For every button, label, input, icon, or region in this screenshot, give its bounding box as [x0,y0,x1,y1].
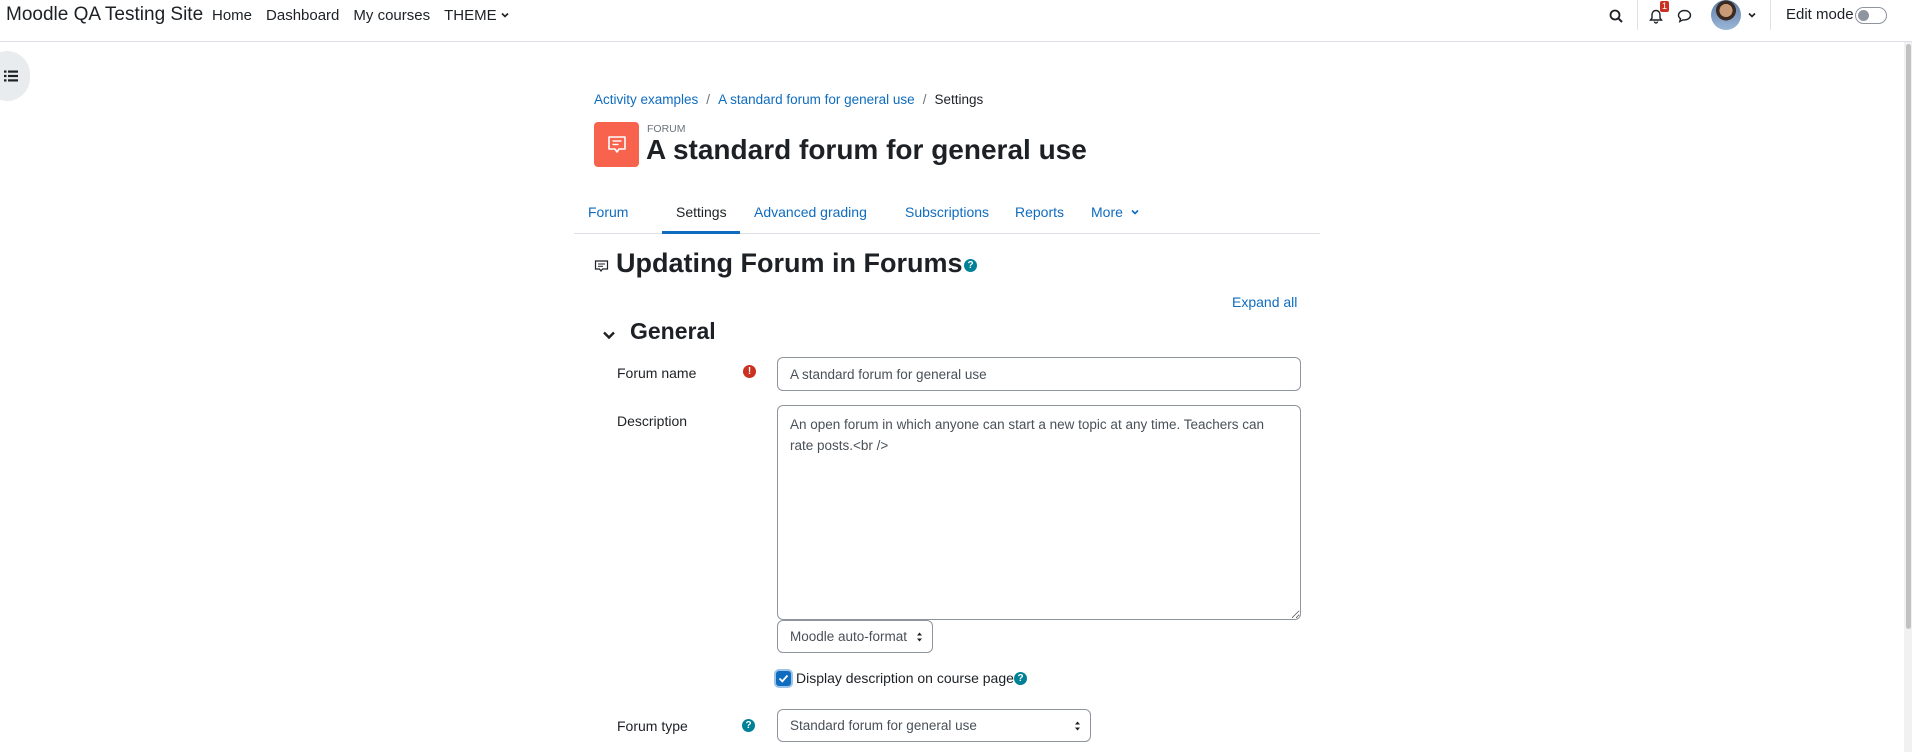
edit-mode-toggle[interactable] [1855,7,1887,24]
description-label: Description [617,413,688,429]
forum-type-label: Forum type [617,718,688,734]
nav-theme-label: THEME [444,6,497,24]
nav-home[interactable]: Home [212,6,259,24]
section-general-title[interactable]: General [630,318,716,345]
display-description-label[interactable]: Display description on course page [796,670,1014,686]
toggle-knob [1858,10,1869,21]
primary-navigation: Home Dashboard My courses THEME [212,6,517,24]
nav-dashboard[interactable]: Dashboard [259,6,346,24]
user-menu-chevron-down-icon[interactable] [1747,10,1757,20]
navbar-divider [1637,0,1638,30]
select-arrows-icon [917,632,922,641]
breadcrumb-separator: / [922,92,927,107]
navbar-divider-2 [1770,0,1771,30]
search-icon[interactable] [1606,6,1626,26]
form-heading: Updating Forum in Forums [616,248,963,278]
collapse-chevron-icon[interactable] [601,327,617,343]
format-select-value: Moodle auto-format [790,629,908,644]
page-title: A standard forum for general use [646,134,1087,165]
nav-theme-dropdown[interactable]: THEME [437,6,517,24]
forum-name-input[interactable] [777,357,1301,391]
nav-my-courses[interactable]: My courses [346,6,437,24]
user-avatar[interactable] [1711,0,1741,30]
page-scrollbar-thumb[interactable] [1906,44,1911,629]
help-icon[interactable]: ? [742,719,755,732]
description-textarea[interactable]: An open forum in which anyone can start … [777,405,1301,620]
course-index-toggle-button[interactable] [0,51,30,101]
top-navbar: Moodle QA Testing Site Home Dashboard My… [0,0,1912,42]
help-icon[interactable]: ? [964,259,977,272]
forum-name-label: Forum name [617,365,697,381]
secondary-navigation: Forum Settings Advanced grading Subscrip… [574,190,1320,234]
tab-advanced-grading[interactable]: Advanced grading [740,190,881,234]
check-icon [778,674,789,683]
notification-count-badge: 1 [1660,1,1670,12]
tab-reports[interactable]: Reports [1001,190,1078,234]
tab-more-label: More [1091,204,1123,220]
forum-type-select[interactable]: Standard forum for general use [777,709,1091,742]
breadcrumb-activity-examples[interactable]: Activity examples [594,92,698,107]
site-name[interactable]: Moodle QA Testing Site [6,4,203,26]
help-icon[interactable]: ? [1014,672,1027,685]
required-icon: ! [743,365,756,378]
forum-activity-icon [594,122,639,167]
chevron-down-icon [1131,209,1139,215]
breadcrumb: Activity examples / A standard forum for… [594,92,983,107]
expand-all-link[interactable]: Expand all [1232,294,1297,310]
forum-type-value: Standard forum for general use [790,718,977,733]
messages-icon[interactable] [1674,6,1694,26]
tab-subscriptions[interactable]: Subscriptions [891,190,1003,234]
format-select[interactable]: Moodle auto-format [777,620,933,653]
display-description-checkbox[interactable] [776,671,791,686]
forum-icon [594,260,609,272]
chevron-down-icon [501,12,509,18]
select-arrows-icon [1075,721,1080,730]
tab-settings[interactable]: Settings [662,190,740,234]
tab-more-dropdown[interactable]: More [1077,190,1154,234]
edit-mode-label: Edit mode [1786,6,1854,23]
breadcrumb-forum[interactable]: A standard forum for general use [718,92,915,107]
list-icon [4,70,18,82]
breadcrumb-current: Settings [934,92,984,107]
breadcrumb-separator: / [706,92,711,107]
tab-forum[interactable]: Forum [574,190,642,234]
